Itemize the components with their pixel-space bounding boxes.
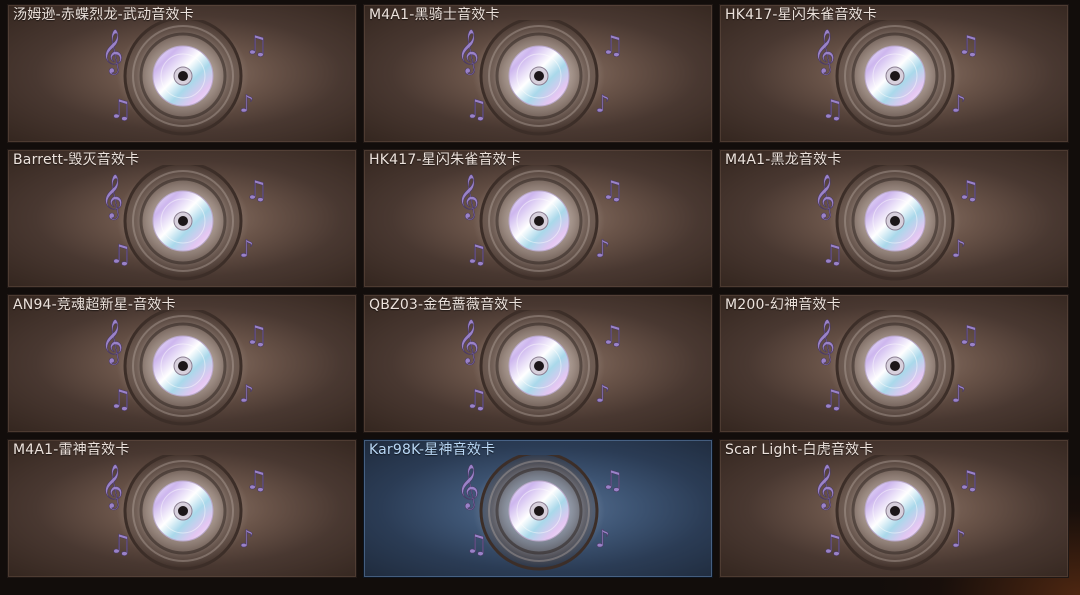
svg-text:𝄞: 𝄞 — [101, 464, 123, 510]
svg-text:♫: ♫ — [957, 176, 980, 206]
sound-card-grid: 汤姆逊-赤蝶烈龙-武动音效卡 𝄞 ♫ ♫ ♪ M4A1-黑骑士音效卡 𝄞 ♫ ♫ ♪ HK417… — [7, 4, 1069, 578]
svg-text:♪: ♪ — [951, 90, 966, 118]
svg-text:♫: ♫ — [109, 95, 132, 125]
music-cd-icon: 𝄞 ♫ ♫ ♪ — [93, 161, 273, 285]
sound-card-6[interactable]: M4A1-黑龙音效卡 𝄞 ♫ ♫ ♪ — [719, 149, 1069, 288]
svg-text:𝄞: 𝄞 — [457, 174, 479, 220]
svg-text:𝄞: 𝄞 — [101, 319, 123, 365]
svg-text:𝄞: 𝄞 — [813, 29, 835, 75]
svg-text:♪: ♪ — [951, 380, 966, 408]
svg-text:♫: ♫ — [821, 240, 844, 270]
svg-text:♪: ♪ — [951, 235, 966, 263]
svg-text:𝄞: 𝄞 — [101, 29, 123, 75]
music-cd-icon: 𝄞 ♫ ♫ ♪ — [93, 451, 273, 575]
svg-text:♫: ♫ — [957, 31, 980, 61]
svg-text:♫: ♫ — [245, 31, 268, 61]
svg-text:♫: ♫ — [957, 321, 980, 351]
svg-text:𝄞: 𝄞 — [457, 319, 479, 365]
music-cd-icon: 𝄞 ♫ ♫ ♪ — [93, 306, 273, 430]
music-cd-icon: 𝄞 ♫ ♫ ♪ — [449, 16, 629, 140]
svg-text:♪: ♪ — [595, 525, 610, 553]
music-cd-icon: 𝄞 ♫ ♫ ♪ — [449, 306, 629, 430]
svg-text:♫: ♫ — [601, 176, 624, 206]
svg-text:♫: ♫ — [957, 466, 980, 496]
sound-card-3[interactable]: HK417-星闪朱雀音效卡 𝄞 ♫ ♫ ♪ — [719, 4, 1069, 143]
svg-text:𝄞: 𝄞 — [813, 319, 835, 365]
svg-text:♪: ♪ — [595, 380, 610, 408]
svg-text:𝄞: 𝄞 — [813, 464, 835, 510]
music-cd-icon: 𝄞 ♫ ♫ ♪ — [93, 16, 273, 140]
svg-text:𝄞: 𝄞 — [101, 174, 123, 220]
music-cd-icon: 𝄞 ♫ ♫ ♪ — [805, 161, 985, 285]
svg-text:♫: ♫ — [821, 95, 844, 125]
svg-text:𝄞: 𝄞 — [457, 464, 479, 510]
sound-card-8[interactable]: QBZ03-金色蔷薇音效卡 𝄞 ♫ ♫ ♪ — [363, 294, 713, 433]
svg-text:♪: ♪ — [239, 380, 254, 408]
svg-text:♫: ♫ — [821, 530, 844, 560]
svg-text:♫: ♫ — [465, 530, 488, 560]
sound-card-11[interactable]: Kar98K-星神音效卡 𝄞 ♫ ♫ ♪ — [363, 439, 713, 578]
sound-card-1[interactable]: 汤姆逊-赤蝶烈龙-武动音效卡 𝄞 ♫ ♫ ♪ — [7, 4, 357, 143]
sound-card-9[interactable]: M200-幻神音效卡 𝄞 ♫ ♫ ♪ — [719, 294, 1069, 433]
sound-card-12[interactable]: Scar Light-白虎音效卡 𝄞 ♫ ♫ ♪ — [719, 439, 1069, 578]
svg-text:♫: ♫ — [821, 385, 844, 415]
svg-text:♫: ♫ — [601, 321, 624, 351]
music-cd-icon: 𝄞 ♫ ♫ ♪ — [805, 451, 985, 575]
svg-text:♫: ♫ — [601, 466, 624, 496]
svg-text:♫: ♫ — [245, 321, 268, 351]
svg-text:♫: ♫ — [109, 240, 132, 270]
svg-text:𝄞: 𝄞 — [457, 29, 479, 75]
svg-text:♪: ♪ — [239, 235, 254, 263]
music-cd-icon: 𝄞 ♫ ♫ ♪ — [805, 16, 985, 140]
music-cd-icon: 𝄞 ♫ ♫ ♪ — [805, 306, 985, 430]
sound-card-7[interactable]: AN94-竞魂超新星-音效卡 𝄞 ♫ ♫ ♪ — [7, 294, 357, 433]
svg-text:♪: ♪ — [239, 90, 254, 118]
sound-card-10[interactable]: M4A1-雷神音效卡 𝄞 ♫ ♫ ♪ — [7, 439, 357, 578]
svg-text:♪: ♪ — [595, 235, 610, 263]
music-cd-icon: 𝄞 ♫ ♫ ♪ — [449, 161, 629, 285]
svg-text:♫: ♫ — [109, 385, 132, 415]
svg-text:♫: ♫ — [245, 466, 268, 496]
svg-text:𝄞: 𝄞 — [813, 174, 835, 220]
svg-text:♫: ♫ — [601, 31, 624, 61]
svg-text:♫: ♫ — [465, 240, 488, 270]
svg-text:♪: ♪ — [951, 525, 966, 553]
svg-text:♫: ♫ — [109, 530, 132, 560]
sound-card-5[interactable]: HK417-星闪朱雀音效卡 𝄞 ♫ ♫ ♪ — [363, 149, 713, 288]
music-cd-icon: 𝄞 ♫ ♫ ♪ — [449, 451, 629, 575]
svg-text:♪: ♪ — [239, 525, 254, 553]
sound-card-2[interactable]: M4A1-黑骑士音效卡 𝄞 ♫ ♫ ♪ — [363, 4, 713, 143]
sound-card-4[interactable]: Barrett-毁灭音效卡 𝄞 ♫ ♫ ♪ — [7, 149, 357, 288]
svg-text:♪: ♪ — [595, 90, 610, 118]
svg-text:♫: ♫ — [465, 95, 488, 125]
svg-text:♫: ♫ — [245, 176, 268, 206]
svg-text:♫: ♫ — [465, 385, 488, 415]
